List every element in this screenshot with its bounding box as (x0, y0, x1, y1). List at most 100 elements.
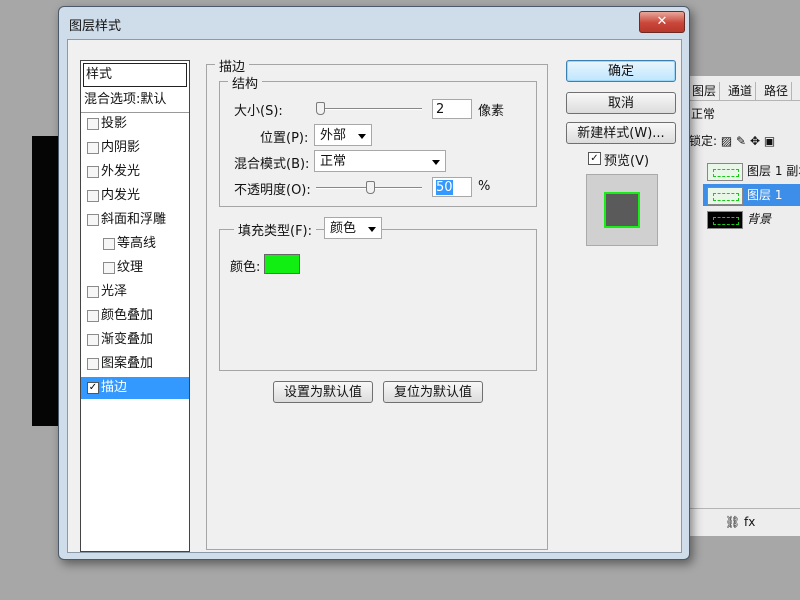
layer-thumbnail (707, 163, 743, 181)
lock-all-icon[interactable]: ▣ (764, 134, 775, 148)
style-item-checkbox[interactable] (103, 262, 115, 274)
style-item[interactable]: 光泽 (81, 281, 189, 303)
stroke-color-swatch[interactable] (264, 254, 300, 274)
close-button[interactable]: ✕ (639, 11, 685, 33)
layer-lock-row: 锁定: ▨ ✎ ✥ ▣ (689, 130, 800, 152)
size-slider-thumb[interactable] (316, 102, 325, 115)
style-item-label: 颜色叠加 (101, 308, 154, 323)
style-item-label: 渐变叠加 (101, 332, 154, 347)
style-preview (586, 174, 658, 246)
set-default-button[interactable]: 设置为默认值 (273, 381, 373, 403)
styles-header[interactable]: 样式 (83, 63, 187, 87)
style-item[interactable]: 内发光 (81, 185, 189, 207)
blend-mode-label: 混合模式(B): (234, 157, 310, 172)
opacity-unit: % (478, 179, 491, 194)
chevron-down-icon (368, 227, 376, 232)
style-item-label: 外发光 (101, 164, 141, 179)
check-icon: ✓ (590, 153, 599, 164)
style-item[interactable]: 外发光 (81, 161, 189, 183)
layer-fx-icons[interactable]: ⛓ fx (725, 515, 755, 529)
style-item[interactable]: ✓ 描边 (81, 377, 189, 399)
style-item-label: 斜面和浮雕 (101, 212, 167, 227)
tab-paths[interactable]: 路径 (761, 82, 793, 100)
layer-name: 图层 1 副本 (747, 164, 800, 178)
lock-brush-icon[interactable]: ✎ (736, 134, 746, 148)
styles-list: 样式 混合选项:默认 投影内阴影外发光内发光斜面和浮雕等高线纹理光泽颜色叠加渐变… (80, 60, 190, 552)
style-item[interactable]: 内阴影 (81, 137, 189, 159)
layer-style-dialog: 图层样式 ✕ 样式 混合选项:默认 投影内阴影外发光内发光斜面和浮雕等高线纹理光… (58, 6, 690, 560)
opacity-input[interactable]: 50 (432, 177, 472, 197)
ok-button[interactable]: 确定 (566, 60, 676, 82)
color-label: 颜色: (230, 260, 261, 275)
layer-blend-mode[interactable]: 正常 (689, 104, 800, 124)
new-style-button[interactable]: 新建样式(W)... (566, 122, 676, 144)
style-item-checkbox[interactable] (87, 310, 99, 322)
blend-options-item[interactable]: 混合选项:默认 (81, 89, 189, 111)
style-item-label: 描边 (101, 380, 128, 395)
style-item-label: 纹理 (117, 260, 144, 275)
blend-mode-select[interactable]: 正常 (314, 150, 446, 172)
chevron-down-icon (432, 160, 440, 165)
style-item-checkbox[interactable] (87, 334, 99, 346)
close-icon: ✕ (656, 14, 668, 29)
style-item-checkbox[interactable] (87, 214, 99, 226)
style-item-label: 内阴影 (101, 140, 141, 155)
style-item-label: 图案叠加 (101, 356, 154, 371)
style-item-checkbox[interactable] (87, 358, 99, 370)
style-item[interactable]: 斜面和浮雕 (81, 209, 189, 231)
style-item[interactable]: 渐变叠加 (81, 329, 189, 351)
cancel-button[interactable]: 取消 (566, 92, 676, 114)
style-item-label: 投影 (101, 116, 128, 131)
layers-panel-tabs: 图层 通道 路径 (689, 80, 800, 101)
dialog-body: 样式 混合选项:默认 投影内阴影外发光内发光斜面和浮雕等高线纹理光泽颜色叠加渐变… (67, 39, 682, 553)
layer-row[interactable]: 图层 1 副本 (703, 160, 800, 182)
stroke-section: 描边 结构 大小(S): 2 像素 位置(P): 外部 混合模式(B): 正常 … (206, 56, 548, 550)
layer-name: 图层 1 (747, 188, 783, 202)
lock-label: 锁定: (689, 134, 718, 148)
style-item[interactable]: 图案叠加 (81, 353, 189, 375)
size-label: 大小(S): (234, 104, 283, 119)
layer-thumbnail (707, 211, 743, 229)
style-item-checkbox[interactable] (87, 166, 99, 178)
style-item-checkbox[interactable] (87, 142, 99, 154)
size-slider-track[interactable] (316, 108, 422, 110)
chevron-down-icon (358, 134, 366, 139)
fill-type-label: 填充类型(F): (234, 220, 317, 239)
lock-move-icon[interactable]: ✥ (750, 134, 760, 148)
preview-label[interactable]: 预览(V) (604, 150, 649, 169)
dialog-titlebar[interactable]: 图层样式 ✕ (59, 7, 689, 39)
fill-type-group: 填充类型(F): 颜色 颜色: (219, 217, 537, 371)
position-select[interactable]: 外部 (314, 124, 372, 146)
preview-thumbnail (604, 192, 640, 228)
opacity-slider-thumb[interactable] (366, 181, 375, 194)
style-item[interactable]: 颜色叠加 (81, 305, 189, 327)
style-item-label: 等高线 (117, 236, 157, 251)
structure-group: 结构 大小(S): 2 像素 位置(P): 外部 混合模式(B): 正常 不透明… (219, 73, 537, 207)
layers-panel: 图层 通道 路径 正常 锁定: ▨ ✎ ✥ ▣ 图层 1 副本 图层 1 背景 … (688, 76, 800, 536)
reset-default-button[interactable]: 复位为默认值 (383, 381, 483, 403)
position-label: 位置(P): (260, 131, 309, 146)
structure-title: 结构 (228, 73, 263, 92)
layer-thumbnail (707, 187, 743, 205)
style-item[interactable]: 等高线 (81, 233, 189, 255)
opacity-label: 不透明度(O): (234, 183, 311, 198)
layer-name: 背景 (747, 212, 772, 226)
layers-panel-footer: ⛓ fx (689, 508, 800, 535)
dialog-title: 图层样式 (69, 19, 122, 34)
lock-transparency-icon[interactable]: ▨ (721, 134, 732, 148)
style-item[interactable]: 纹理 (81, 257, 189, 279)
fill-type-select[interactable]: 颜色 (324, 217, 382, 239)
preview-checkbox[interactable]: ✓ (588, 152, 601, 165)
layer-row[interactable]: 背景 (703, 208, 800, 230)
style-item-checkbox[interactable] (87, 190, 99, 202)
size-unit: 像素 (478, 104, 505, 119)
style-item-checkbox[interactable]: ✓ (87, 382, 99, 394)
size-input[interactable]: 2 (432, 99, 472, 119)
style-item[interactable]: 投影 (81, 113, 189, 135)
style-item-checkbox[interactable] (87, 286, 99, 298)
style-item-checkbox[interactable] (103, 238, 115, 250)
tab-layers[interactable]: 图层 (689, 82, 721, 100)
tab-channels[interactable]: 通道 (725, 82, 757, 100)
style-item-checkbox[interactable] (87, 118, 99, 130)
layer-row-selected[interactable]: 图层 1 (703, 184, 800, 206)
